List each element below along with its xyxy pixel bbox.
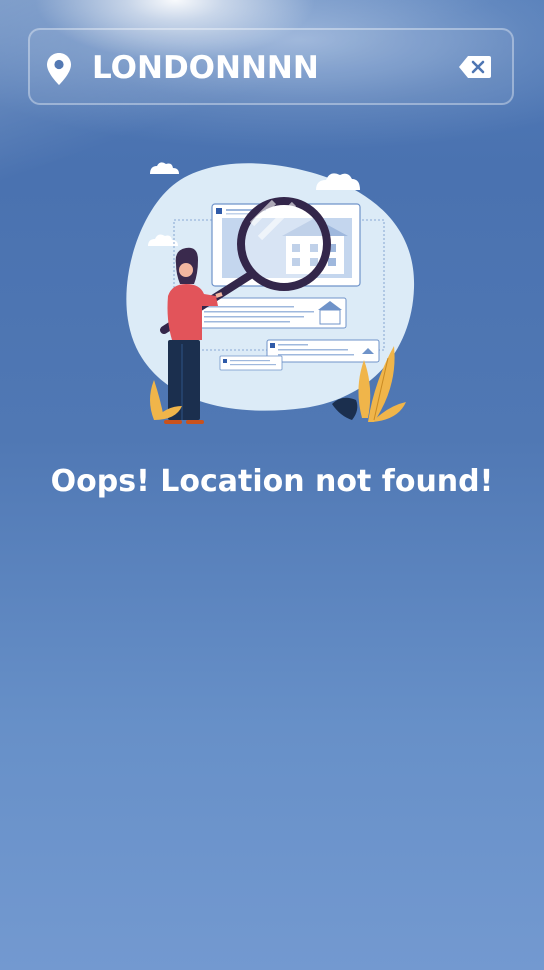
location-not-found-message: Oops! Location not found!: [50, 464, 494, 499]
backspace-clear-icon[interactable]: [458, 55, 492, 79]
search-not-found-illustration: [126, 162, 415, 424]
location-search-input[interactable]: [92, 46, 452, 90]
location-search-bar[interactable]: [28, 28, 514, 105]
location-pin-icon: [47, 53, 71, 85]
